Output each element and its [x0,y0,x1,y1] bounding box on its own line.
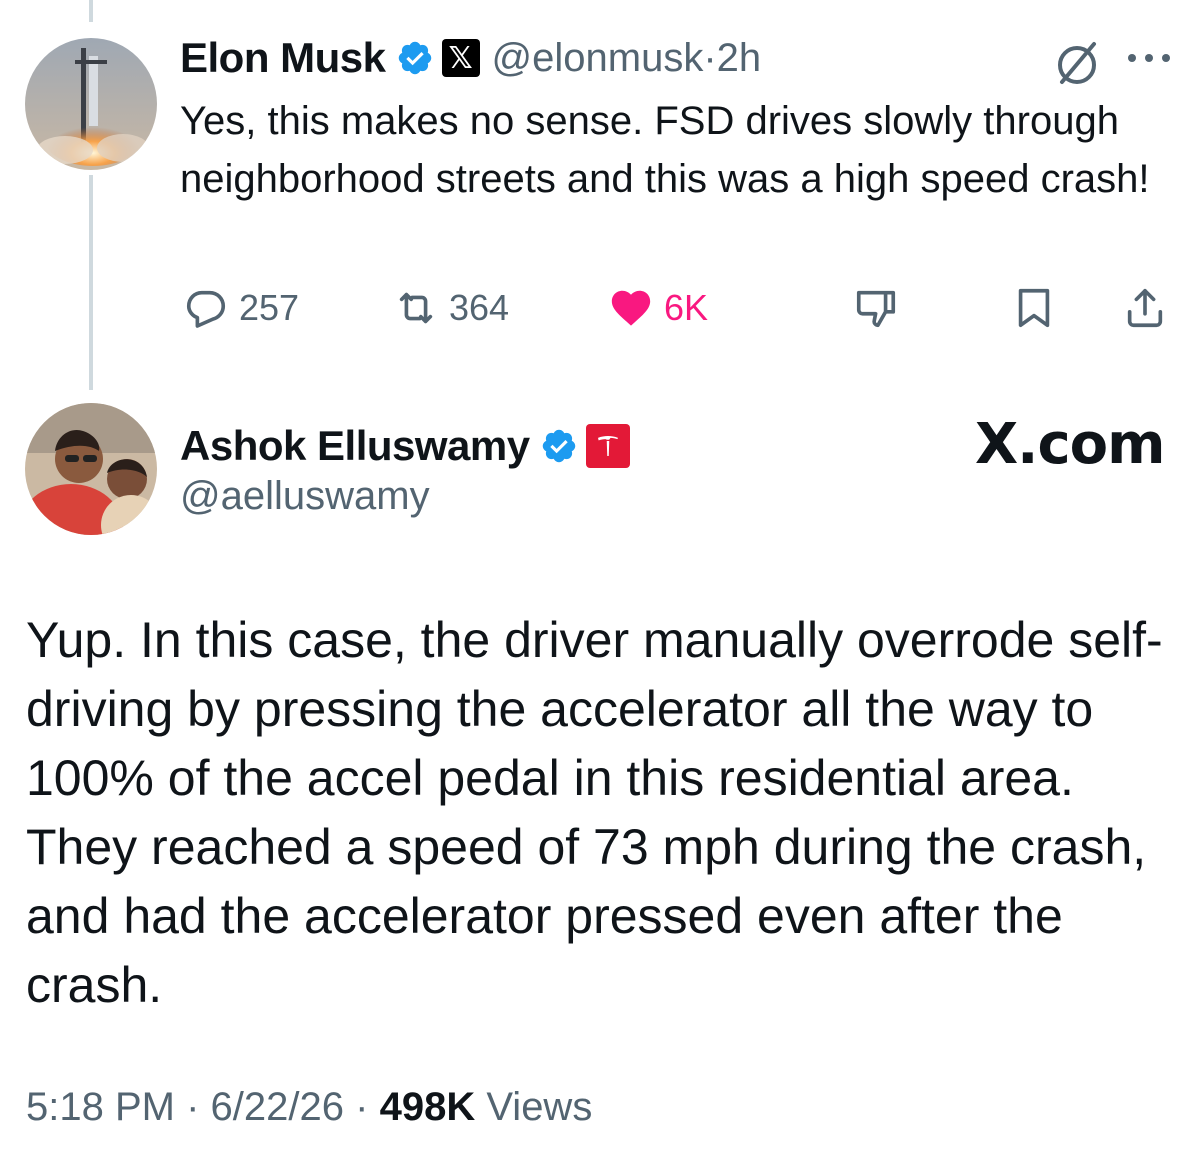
reply-count: 257 [239,287,300,328]
handle-time: @elonmusk·2h [492,36,762,81]
like-button[interactable]: 6K [608,282,708,334]
rocket-launch-image [25,38,157,170]
reply-icon [186,290,226,328]
repost-count: 364 [449,287,510,328]
reply-button[interactable]: 257 [183,282,299,334]
views-count: 498K [379,1085,476,1129]
like-count: 6K [664,287,709,328]
avatar-elon[interactable] [25,38,157,170]
profile-photo-image [25,403,157,535]
author-name[interactable]: Elon Musk [180,34,386,82]
avatar-ashok[interactable] [25,403,157,535]
verified-badge-icon [398,41,431,75]
share-icon [1127,288,1163,328]
reply-tweet-text: Yup. In this case, the driver manually o… [26,612,1163,1013]
more-icon[interactable] [1124,48,1174,68]
thread-line-top [89,0,93,22]
post-time[interactable]: 5:18 PM [26,1085,175,1129]
post-date[interactable]: 6/22/26 [211,1085,344,1129]
verified-badge-icon [542,429,575,463]
parent-tweet-text: Yes, this makes no sense. FSD drives slo… [180,99,1150,201]
parent-header: Elon Musk 𝕏 @elonmusk·2h [180,30,761,86]
share-button[interactable] [1122,282,1178,334]
post-meta: 5:18 PM · 6/22/26 · 498K Views [26,1085,592,1130]
grok-icon[interactable] [1050,36,1104,90]
author-handle[interactable]: @aelluswamy [180,474,430,519]
like-icon [611,290,651,326]
author-name[interactable]: Ashok Elluswamy [180,422,530,470]
x-affiliate-badge-icon: 𝕏 [441,39,480,77]
dislike-icon [856,290,896,328]
dislike-button[interactable] [853,282,909,334]
meta-dot: · [186,1085,200,1129]
tesla-affiliate-badge-icon [585,424,630,468]
author-handle[interactable]: @elonmusk [492,36,704,80]
action-bar: 257 364 6K [0,282,1200,334]
bookmark-icon [1018,288,1050,328]
repost-icon [399,292,433,324]
separator-dot: · [703,35,717,80]
bookmark-button[interactable] [1011,282,1067,334]
repost-button[interactable]: 364 [393,282,509,334]
tesla-logo-icon [597,436,618,456]
meta-dot: · [355,1085,369,1129]
x-watermark: X.com [975,412,1165,477]
post-time[interactable]: 2h [717,36,762,80]
reply-header: Ashok Elluswamy [180,418,630,474]
views-label: Views [486,1085,593,1129]
